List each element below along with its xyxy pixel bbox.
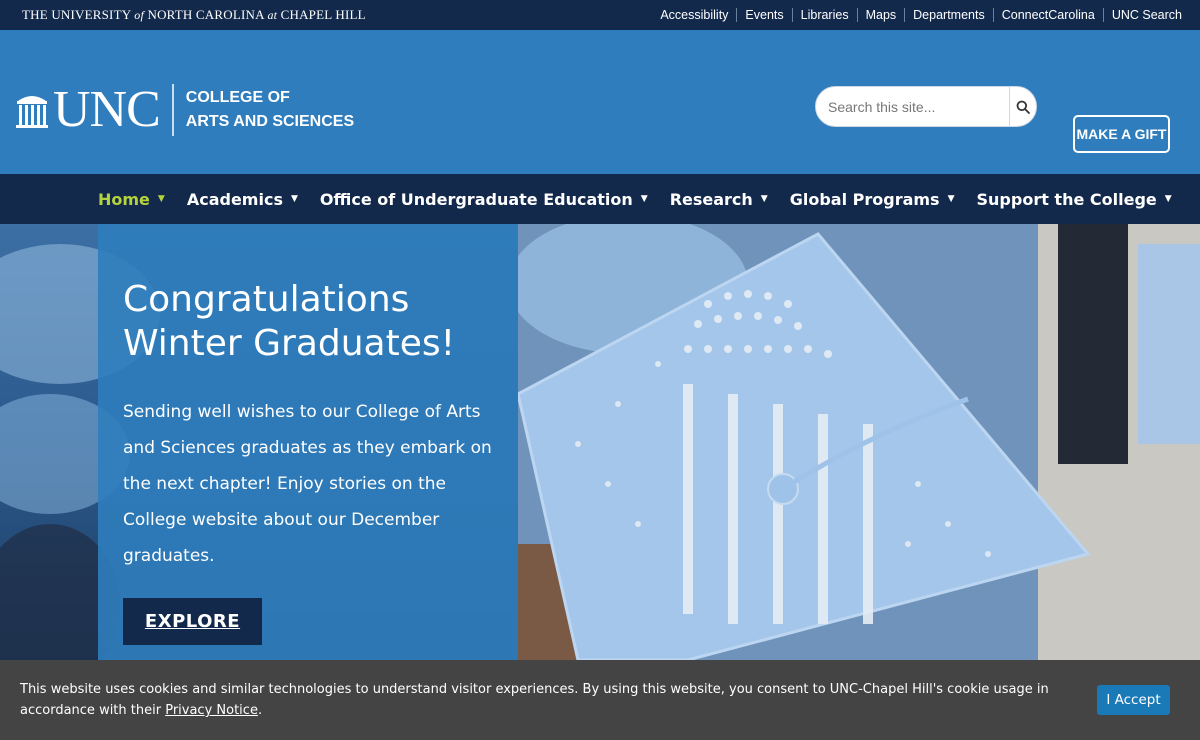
hero-banner: Congratulations Winter Graduates! Sendin… <box>0 224 1200 660</box>
hero-description: Sending well wishes to our College of Ar… <box>123 402 492 566</box>
make-a-gift-button[interactable]: MAKE A GIFT <box>1073 115 1170 153</box>
nav-item-academics[interactable]: Academics ▼ <box>187 190 298 209</box>
college-name-line-1: COLLEGE OF <box>185 89 290 106</box>
hero-title-line-1: Congratulations <box>123 279 410 320</box>
util-link-libraries[interactable]: Libraries <box>791 8 857 22</box>
uni-name-part-2: of <box>134 8 145 22</box>
hero-title-line-2: Winter Graduates! <box>123 323 456 364</box>
accept-cookies-button[interactable]: I Accept <box>1097 685 1170 715</box>
unc-wordmark: UNC <box>53 81 161 138</box>
explore-button[interactable]: EXPLORE <box>123 598 262 645</box>
caret-down-icon: ▼ <box>157 194 165 204</box>
util-link-maps[interactable]: Maps <box>856 8 905 22</box>
caret-down-icon: ▼ <box>1164 194 1172 204</box>
search-input[interactable] <box>816 87 1009 126</box>
nav-item-label: Research <box>669 189 753 209</box>
site-header: UNC COLLEGE OF ARTS AND SCIENCES MAKE A … <box>0 30 1200 174</box>
caret-down-icon: ▼ <box>640 194 648 204</box>
caret-down-icon: ▼ <box>290 194 298 204</box>
logo-divider <box>171 84 174 136</box>
caret-down-icon: ▼ <box>760 194 768 204</box>
uni-name-part-3: NORTH CAROLINA <box>147 7 264 22</box>
nav-item-label: Academics <box>186 189 283 209</box>
graduation-cap-image <box>518 224 1200 660</box>
nav-item-global-programs[interactable]: Global Programs ▼ <box>790 190 955 209</box>
privacy-notice-link[interactable]: Privacy Notice <box>165 703 258 718</box>
university-name[interactable]: THE UNIVERSITY of NORTH CAROLINA at CHAP… <box>22 7 366 23</box>
nav-item-label: Global Programs <box>789 189 940 209</box>
graduation-cap-photo <box>518 224 1200 660</box>
cookie-message: This website uses cookies and similar te… <box>20 679 1060 721</box>
old-well-icon <box>16 96 48 128</box>
hero-text-panel: Congratulations Winter Graduates! Sendin… <box>98 224 518 660</box>
util-link-connectcarolina[interactable]: ConnectCarolina <box>992 8 1103 22</box>
nav-item-support-the-college[interactable]: Support the College ▼ <box>977 190 1172 209</box>
nav-item-label: Support the College <box>976 189 1157 209</box>
top-utility-bar: THE UNIVERSITY of NORTH CAROLINA at CHAP… <box>0 0 1200 30</box>
util-link-events[interactable]: Events <box>736 8 791 22</box>
nav-item-label: Home <box>98 189 150 209</box>
search-button[interactable] <box>1009 87 1036 126</box>
nav-item-research[interactable]: Research ▼ <box>670 190 768 209</box>
uni-name-part-1: THE UNIVERSITY <box>22 7 131 22</box>
util-link-unc-search[interactable]: UNC Search <box>1102 8 1190 22</box>
uni-name-part-5: CHAPEL HILL <box>280 7 366 22</box>
caret-down-icon: ▼ <box>947 194 955 204</box>
util-link-accessibility[interactable]: Accessibility <box>652 8 736 22</box>
site-logo[interactable]: UNC COLLEGE OF ARTS AND SCIENCES <box>15 84 354 136</box>
nav-item-home[interactable]: Home ▼ <box>98 190 165 209</box>
site-search <box>815 86 1037 127</box>
utility-links: Accessibility Events Libraries Maps Depa… <box>652 8 1190 22</box>
cookie-consent-banner: This website uses cookies and similar te… <box>0 660 1200 740</box>
nav-item-label: Office of Undergraduate Education <box>319 189 633 209</box>
main-navigation: Home ▼ Academics ▼ Office of Undergradua… <box>0 174 1200 224</box>
college-name: COLLEGE OF ARTS AND SCIENCES <box>186 86 354 134</box>
uni-name-part-4: at <box>267 8 278 22</box>
college-name-line-2: ARTS AND SCIENCES <box>185 113 355 130</box>
hero-title: Congratulations Winter Graduates! <box>123 278 493 366</box>
search-icon <box>1016 100 1030 114</box>
cookie-text-end: . <box>257 703 263 718</box>
nav-item-undergraduate-education[interactable]: Office of Undergraduate Education ▼ <box>320 190 648 209</box>
util-link-departments[interactable]: Departments <box>904 8 993 22</box>
